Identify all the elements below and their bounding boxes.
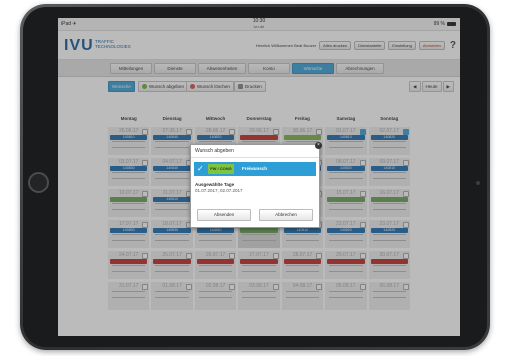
wish-label: Freiwunsch bbox=[242, 166, 268, 171]
camera-icon bbox=[476, 181, 480, 185]
checkmark-icon: ✓ bbox=[197, 164, 204, 173]
wish-type-option[interactable]: ✓ FW / CONG Freiwunsch bbox=[194, 162, 316, 176]
screen: iPad ✈ 10:30 ivu.de 99 % IVU TRAFFIC TEC… bbox=[58, 18, 460, 336]
home-button[interactable] bbox=[28, 172, 49, 193]
selected-days-value: 01.07.2017, 02.07.2017 bbox=[195, 188, 243, 193]
dialog-title: Wunsch abgeben bbox=[191, 145, 319, 158]
selected-days-heading: Ausgewählte Tage bbox=[195, 182, 235, 187]
close-icon[interactable]: × bbox=[315, 142, 322, 149]
cancel-button[interactable]: Abbrechen bbox=[259, 209, 313, 221]
submit-wish-dialog: × Wunsch abgeben ✓ FW / CONG Freiwunsch … bbox=[190, 142, 322, 228]
send-button[interactable]: Absenden bbox=[197, 209, 251, 221]
wish-code: FW / CONG bbox=[208, 164, 234, 174]
